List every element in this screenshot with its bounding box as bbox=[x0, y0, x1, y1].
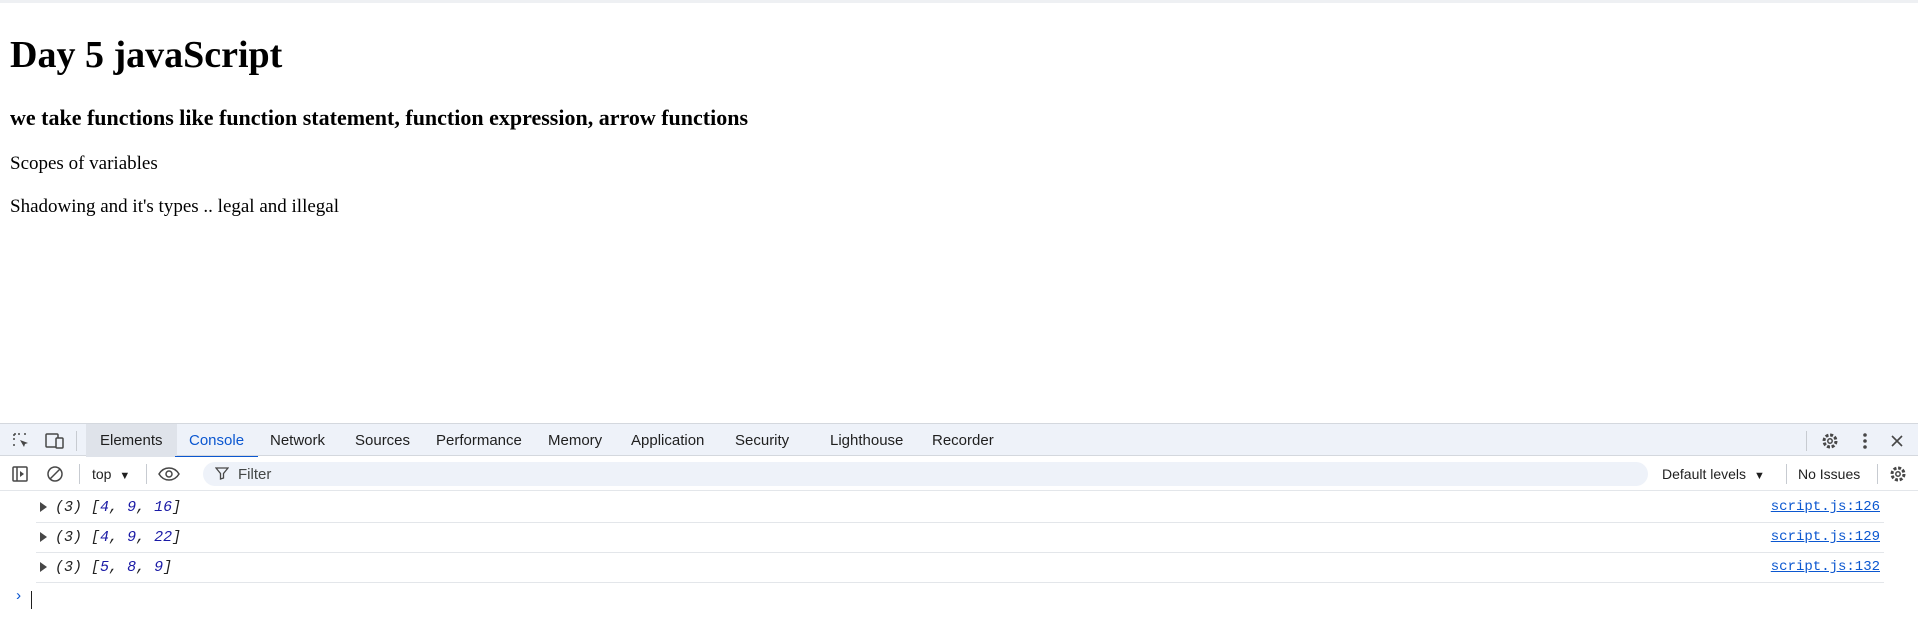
expand-arrow-icon[interactable] bbox=[40, 562, 47, 572]
browser-top-edge bbox=[0, 0, 1918, 3]
toolbar-separator bbox=[1786, 464, 1787, 484]
tab-console[interactable]: Console bbox=[175, 424, 259, 458]
context-label: top bbox=[92, 466, 112, 482]
tab-memory[interactable]: Memory bbox=[534, 424, 616, 457]
levels-label: Default levels bbox=[1662, 466, 1747, 482]
clear-console-icon[interactable] bbox=[44, 463, 66, 485]
dropdown-icon: ▼ bbox=[119, 470, 131, 482]
tab-sources[interactable]: Sources bbox=[341, 424, 424, 457]
default-levels-dropdown[interactable]: Default levels ▼ bbox=[1662, 464, 1765, 484]
console-array-value: (3) [4, 9, 22] bbox=[55, 529, 182, 546]
devtools-tabbar: Elements Console Network Sources Perform… bbox=[0, 423, 1918, 458]
filter-input[interactable] bbox=[236, 464, 1636, 484]
console-input-caret[interactable] bbox=[31, 591, 32, 609]
expand-arrow-icon[interactable] bbox=[40, 532, 47, 542]
console-prompt-icon: › bbox=[14, 588, 24, 605]
tab-network[interactable]: Network bbox=[256, 424, 339, 457]
source-link[interactable]: script.js:126 bbox=[1771, 499, 1880, 515]
issues-counter[interactable]: No Issues bbox=[1798, 464, 1860, 484]
paragraph-shadowing: Shadowing and it's types .. legal and il… bbox=[10, 196, 340, 217]
device-toolbar-icon[interactable] bbox=[44, 430, 66, 452]
context-selector[interactable]: top ▼ bbox=[92, 464, 130, 484]
console-log-entry[interactable]: (3) [4, 9, 16] script.js:126 bbox=[36, 493, 1884, 523]
inspect-element-icon[interactable] bbox=[10, 430, 32, 452]
settings-icon[interactable] bbox=[1819, 430, 1841, 452]
console-log-entry[interactable]: (3) [5, 8, 9] script.js:132 bbox=[36, 553, 1884, 583]
console-log-entry[interactable]: (3) [4, 9, 22] script.js:129 bbox=[36, 523, 1884, 553]
console-array-value: (3) [4, 9, 16] bbox=[55, 499, 182, 516]
expand-arrow-icon[interactable] bbox=[40, 502, 47, 512]
console-array-value: (3) [5, 8, 9] bbox=[55, 559, 173, 576]
filter-icon bbox=[214, 466, 230, 484]
tabbar-separator bbox=[1806, 431, 1807, 451]
tab-recorder[interactable]: Recorder bbox=[918, 424, 1008, 457]
tab-application[interactable]: Application bbox=[617, 424, 718, 457]
source-link[interactable]: script.js:132 bbox=[1771, 559, 1880, 575]
paragraph-scopes: Scopes of variables bbox=[10, 153, 158, 174]
source-link[interactable]: script.js:129 bbox=[1771, 529, 1880, 545]
tab-elements[interactable]: Elements bbox=[86, 424, 177, 457]
more-options-icon[interactable] bbox=[1854, 430, 1876, 452]
filter-input-box bbox=[203, 462, 1648, 486]
tab-performance[interactable]: Performance bbox=[422, 424, 536, 457]
console-toolbar: top ▼ Default levels ▼ No Issues bbox=[0, 457, 1918, 491]
page-subheading: we take functions like function statemen… bbox=[10, 105, 749, 130]
tab-security[interactable]: Security bbox=[721, 424, 803, 457]
tab-lighthouse[interactable]: Lighthouse bbox=[816, 424, 917, 457]
devtools-panel: Elements Console Network Sources Perform… bbox=[0, 423, 1918, 636]
settings-icon[interactable] bbox=[1887, 463, 1909, 485]
page-heading: Day 5 javaScript bbox=[10, 34, 283, 76]
toolbar-separator bbox=[146, 464, 147, 484]
toolbar-separator bbox=[79, 464, 80, 484]
tabbar-separator bbox=[76, 431, 77, 451]
eye-icon[interactable] bbox=[158, 463, 180, 485]
sidebar-toggle-icon[interactable] bbox=[9, 463, 31, 485]
toolbar-separator bbox=[1877, 464, 1878, 484]
close-icon[interactable] bbox=[1886, 430, 1908, 452]
dropdown-icon: ▼ bbox=[1753, 470, 1765, 482]
